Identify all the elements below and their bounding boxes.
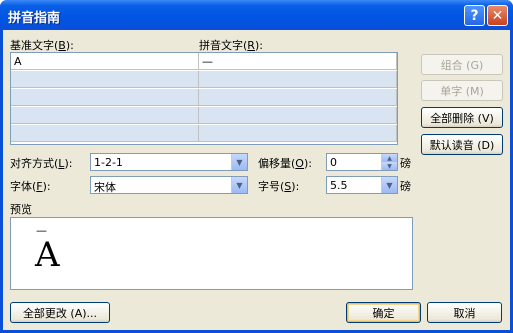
ruby-grid: A — bbox=[10, 52, 398, 145]
dialog-title: 拼音指南 bbox=[8, 11, 61, 26]
font-label: 字体(F): bbox=[10, 180, 51, 193]
spin-down-icon[interactable]: ▼ bbox=[382, 162, 397, 170]
change-all-button[interactable]: 全部更改 (A)... bbox=[10, 302, 110, 323]
size-value: 5.5 bbox=[330, 179, 348, 192]
ok-button[interactable]: 确定 bbox=[346, 302, 421, 323]
phonetic-guide-dialog: 拼音指南 ? ✕ 基准文字(B): 拼音文字(R): A — 组合 (G) 单字… bbox=[0, 0, 513, 333]
alignment-value: 1-2-1 bbox=[94, 156, 123, 169]
chevron-down-icon[interactable]: ▼ bbox=[381, 177, 397, 193]
preview-base: A bbox=[35, 235, 60, 275]
font-value: 宋体 bbox=[94, 181, 116, 194]
preview-label: 预览 bbox=[10, 203, 32, 216]
ruby-text-cell[interactable] bbox=[199, 107, 397, 124]
ruby-text-cell[interactable] bbox=[199, 125, 397, 142]
spinner-arrows-icon[interactable]: ▲ ▼ bbox=[381, 154, 397, 170]
chevron-down-icon[interactable]: ▼ bbox=[231, 177, 247, 193]
size-select[interactable]: 5.5 ▼ bbox=[326, 176, 398, 194]
size-label: 字号(S): bbox=[258, 180, 300, 193]
offset-value: 0 bbox=[330, 156, 337, 169]
spin-up-icon[interactable]: ▲ bbox=[382, 154, 397, 162]
question-icon: ? bbox=[470, 7, 479, 24]
clear-all-button[interactable]: 全部删除 (V) bbox=[421, 107, 503, 128]
combine-button[interactable]: 组合 (G) bbox=[421, 54, 503, 75]
ruby-text-cell[interactable] bbox=[199, 71, 397, 88]
offset-spinner[interactable]: 0 ▲ ▼ bbox=[326, 153, 398, 171]
offset-label: 偏移量(O): bbox=[258, 157, 312, 170]
close-button[interactable]: ✕ bbox=[487, 5, 508, 26]
chevron-down-icon[interactable]: ▼ bbox=[231, 154, 247, 170]
base-text-cell[interactable]: A bbox=[11, 53, 199, 70]
dialog-body: 基准文字(B): 拼音文字(R): A — 组合 (G) 单字 (M) 全部删除… bbox=[3, 30, 510, 330]
offset-unit: 磅 bbox=[400, 157, 411, 170]
base-text-cell[interactable] bbox=[11, 89, 199, 106]
base-text-cell[interactable] bbox=[11, 107, 199, 124]
preview-box: — A bbox=[10, 217, 413, 290]
close-icon: ✕ bbox=[491, 7, 504, 24]
size-unit: 磅 bbox=[400, 180, 411, 193]
cancel-button[interactable]: 取消 bbox=[427, 302, 502, 323]
ruby-text-cell[interactable] bbox=[199, 89, 397, 106]
help-button[interactable]: ? bbox=[464, 5, 485, 26]
ruby-text-label: 拼音文字(R): bbox=[199, 39, 263, 52]
base-text-cell[interactable] bbox=[11, 71, 199, 88]
base-text-cell[interactable] bbox=[11, 125, 199, 142]
base-text-label: 基准文字(B): bbox=[10, 39, 74, 52]
font-select[interactable]: 宋体 ▼ bbox=[90, 176, 248, 194]
default-reading-button[interactable]: 默认读音 (D) bbox=[421, 134, 503, 155]
alignment-select[interactable]: 1-2-1 ▼ bbox=[90, 153, 248, 171]
alignment-label: 对齐方式(L): bbox=[10, 157, 73, 170]
ruby-text-cell[interactable]: — bbox=[199, 53, 397, 70]
single-char-button[interactable]: 单字 (M) bbox=[421, 80, 503, 101]
title-bar[interactable]: 拼音指南 ? ✕ bbox=[0, 0, 513, 30]
